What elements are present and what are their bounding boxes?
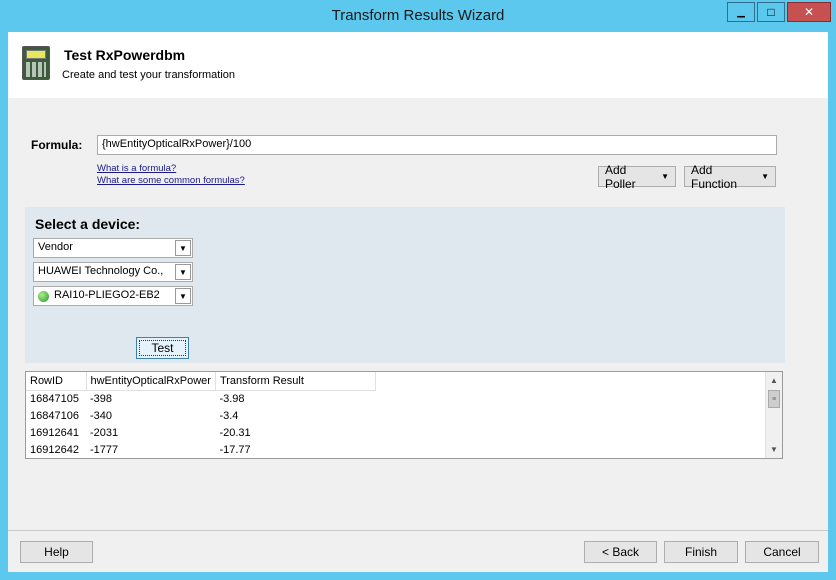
add-function-button[interactable]: Add Function ▼	[684, 163, 776, 191]
formula-input[interactable]: {hwEntityOpticalRxPower}/100	[97, 135, 777, 155]
minimize-button[interactable]: ▁	[727, 2, 755, 22]
device-selection-panel: Select a device: Vendor ▼ HUAWEI Technol…	[25, 207, 785, 363]
chevron-down-icon[interactable]: ▼	[175, 288, 191, 304]
page-subtitle: Create and test your transformation	[62, 69, 236, 81]
cell-rowid: 16912642	[30, 443, 79, 456]
results-grid[interactable]: RowID hwEntityOpticalRxPower Transform R…	[25, 371, 783, 459]
scroll-down-icon[interactable]: ▼	[766, 441, 782, 458]
vendor-select[interactable]: HUAWEI Technology Co., ▼	[33, 262, 193, 282]
formula-label: Formula:	[31, 138, 83, 152]
cell-rowid: 16847105	[30, 392, 79, 405]
cancel-button[interactable]: Cancel	[745, 541, 819, 563]
cell-rxpower: -340	[90, 409, 113, 422]
cell-result: -17.77	[219, 443, 251, 456]
finish-button[interactable]: Finish	[664, 541, 738, 563]
maximize-button[interactable]: □	[757, 2, 785, 22]
node-value: RAI10-PLIEGO2-EB2	[54, 289, 160, 301]
cell-result: -3.4	[219, 409, 239, 422]
close-button[interactable]: ✕	[787, 2, 831, 22]
cell-rowid: 16847106	[30, 409, 79, 422]
results-table: RowID hwEntityOpticalRxPower Transform R…	[26, 372, 376, 458]
cell-result: -20.31	[219, 426, 251, 439]
close-icon: ✕	[803, 5, 815, 19]
table-row[interactable]: 16912642 -1777 -17.77	[26, 441, 375, 458]
back-button[interactable]: < Back	[584, 541, 657, 563]
wizard-header: Test RxPowerdbm Create and test your tra…	[8, 32, 828, 98]
chevron-down-icon[interactable]: ▼	[175, 240, 191, 256]
table-row[interactable]: 16847105 -398 -3.98	[26, 390, 375, 407]
cell-rxpower: -2031	[90, 426, 119, 439]
filter-type-select[interactable]: Vendor ▼	[33, 238, 193, 258]
wizard-body: Test RxPowerdbm Create and test your tra…	[8, 32, 828, 572]
page-title: Test RxPowerdbm	[64, 47, 186, 63]
cell-rxpower: -398	[90, 392, 113, 405]
dropdown-arrow-icon: ▼	[761, 172, 769, 181]
column-header-rowid[interactable]: RowID	[26, 372, 87, 391]
table-row[interactable]: 16847106 -340 -3.4	[26, 407, 375, 424]
column-header-rxpower[interactable]: hwEntityOpticalRxPower	[86, 372, 216, 391]
window-title: Transform Results Wizard	[331, 7, 505, 24]
footer-divider	[8, 530, 828, 531]
maximize-icon: □	[767, 5, 775, 19]
cell-rxpower: -1777	[90, 443, 119, 456]
node-status-icon	[38, 291, 49, 302]
table-row[interactable]: 16912641 -2031 -20.31	[26, 424, 375, 441]
cell-result: -3.98	[219, 392, 245, 405]
minimize-icon: ▁	[737, 6, 745, 18]
add-poller-label: Add Poller	[605, 162, 636, 191]
filter-type-value: Vendor	[38, 241, 73, 253]
add-poller-button[interactable]: Add Poller ▼	[598, 163, 676, 191]
scroll-thumb[interactable]: ≡	[768, 390, 780, 408]
what-is-formula-link[interactable]: What is a formula?	[97, 163, 176, 174]
dropdown-arrow-icon: ▼	[661, 172, 669, 181]
table-header-row: RowID hwEntityOpticalRxPower Transform R…	[26, 372, 376, 391]
wizard-window: Transform Results Wizard ▁ □ ✕ Test RxPo…	[0, 0, 836, 580]
vertical-scrollbar[interactable]: ▲ ≡ ▼	[765, 372, 782, 458]
node-select[interactable]: RAI10-PLIEGO2-EB2 ▼	[33, 286, 193, 306]
help-button[interactable]: Help	[20, 541, 93, 563]
add-function-label: Add Function	[691, 162, 738, 191]
common-formulas-link[interactable]: What are some common formulas?	[97, 175, 245, 186]
test-button[interactable]: Test	[136, 337, 189, 359]
vendor-value: HUAWEI Technology Co.,	[38, 265, 164, 277]
chevron-down-icon[interactable]: ▼	[175, 264, 191, 280]
column-header-result[interactable]: Transform Result	[215, 372, 376, 391]
calculator-icon	[22, 46, 50, 80]
select-device-heading: Select a device:	[35, 216, 141, 232]
scroll-up-icon[interactable]: ▲	[766, 372, 782, 389]
cell-rowid: 16912641	[30, 426, 79, 439]
title-bar[interactable]: Transform Results Wizard ▁ □ ✕	[0, 0, 836, 32]
